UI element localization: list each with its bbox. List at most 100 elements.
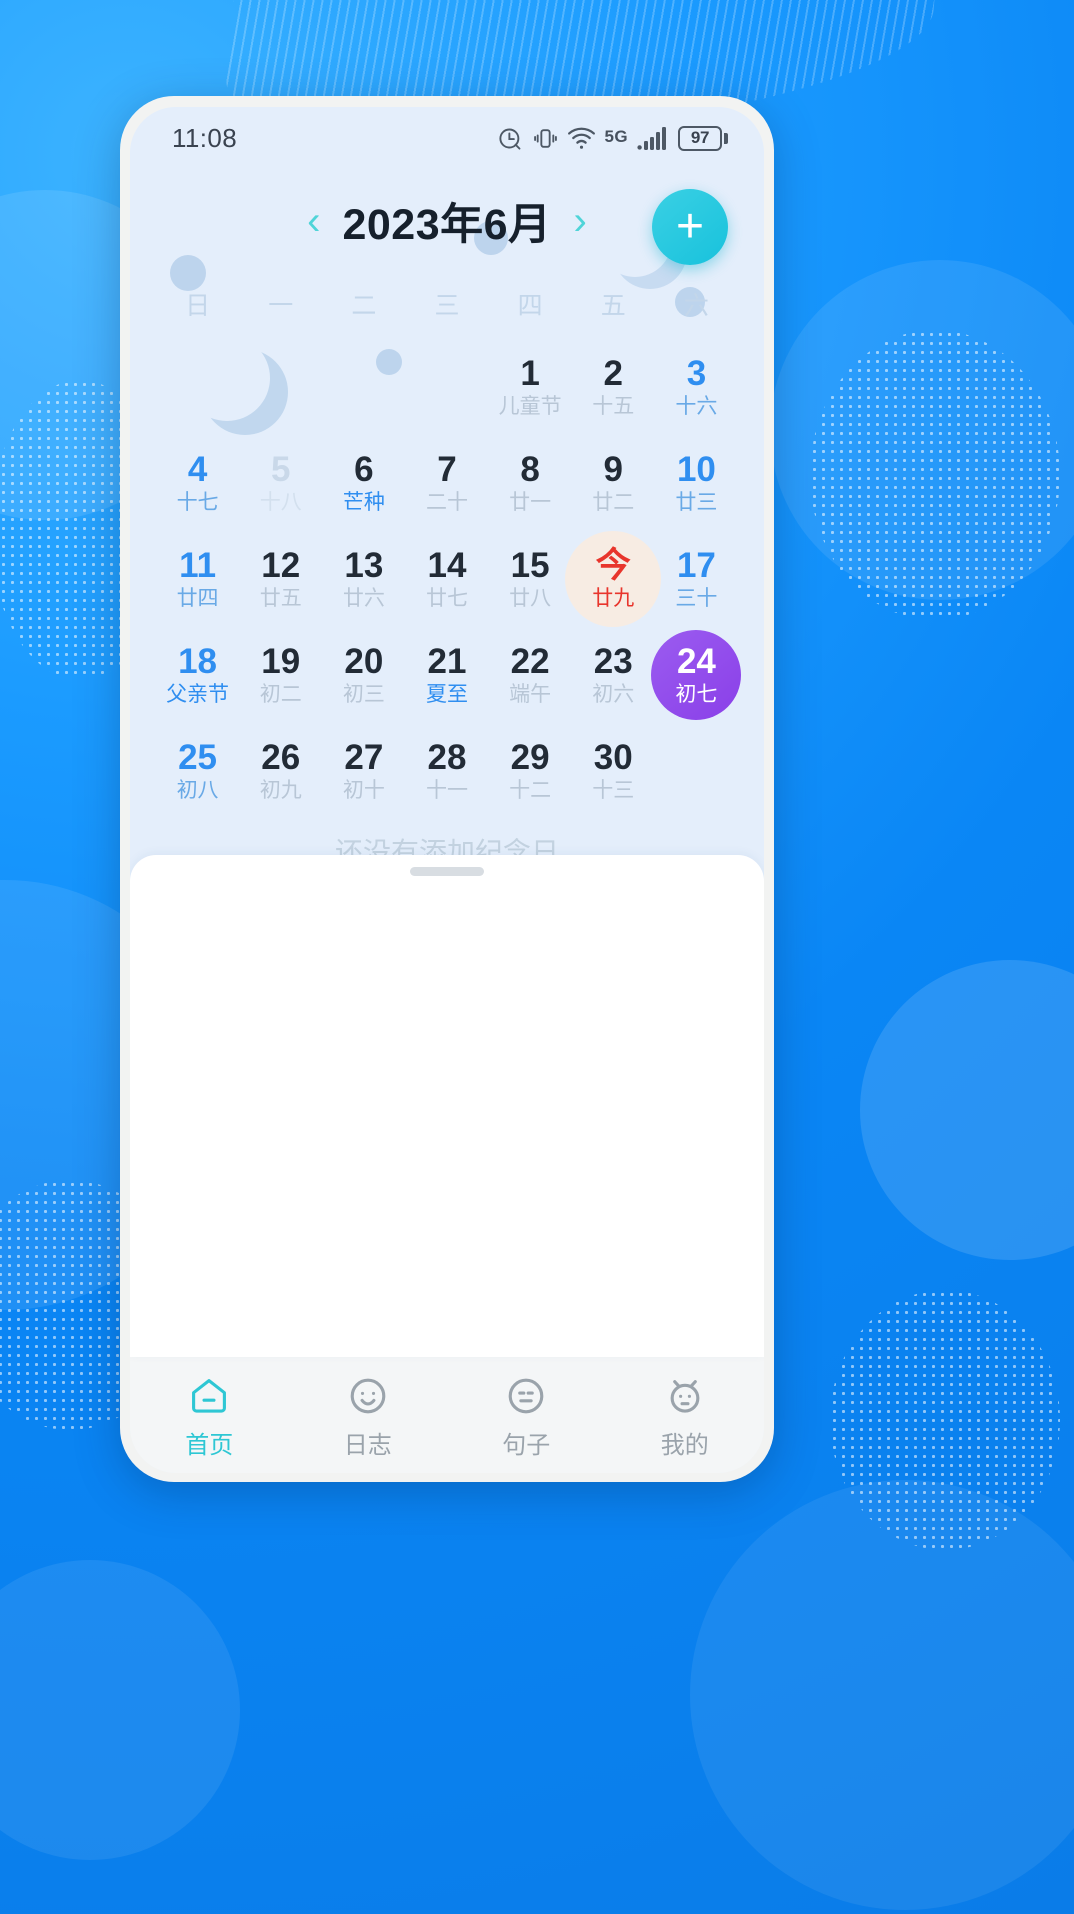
day-number: 7 [437,450,457,490]
calendar-day-cell[interactable]: 21 夏至 [405,627,488,723]
day-number: 8 [520,450,540,490]
calendar-day-cell[interactable]: 25 初八 [156,723,239,819]
calendar-day-cell[interactable]: 5 十八 [239,435,322,531]
calendar-day-cell[interactable]: 14 廿七 [405,531,488,627]
calendar-day-cell[interactable]: 7 二十 [405,435,488,531]
battery-percent-label: 97 [678,125,722,151]
tab-home[interactable]: 首页 [130,1370,289,1460]
day-sublabel: 初七 [675,682,718,706]
calendar-day-cell[interactable]: 6 芒种 [322,435,405,531]
calendar-day-cell[interactable]: 4 十七 [156,435,239,531]
day-sublabel: 廿五 [259,586,302,610]
calendar-day-cell[interactable]: 13 廿六 [322,531,405,627]
calendar-day-cell[interactable]: 19 初二 [239,627,322,723]
calendar-day-cell[interactable]: 22 端午 [489,627,572,723]
day-number: 今 [595,546,631,586]
day-number: 6 [354,450,374,490]
day-number: 1 [520,354,540,394]
day-sublabel: 端午 [509,682,552,706]
tab-profile[interactable]: 我的 [606,1370,765,1460]
tab-quote[interactable]: 句子 [447,1370,606,1460]
calendar-day-cell[interactable]: 29 十二 [489,723,572,819]
day-number: 10 [676,450,716,490]
status-bar-clock: 11:08 [172,122,238,153]
day-sublabel: 廿一 [509,490,552,514]
day-number: 14 [427,546,467,586]
prev-month-button[interactable]: ‹ [307,201,320,241]
calendar-day-cell[interactable]: 今廿九 [565,531,662,627]
day-number: 25 [178,738,218,778]
weekday-label-4: 四 [517,292,543,320]
calendar-title[interactable]: 2023年6月 [342,190,551,252]
day-number: 29 [510,738,550,778]
calendar-day-cell[interactable]: 24 初七 [651,627,742,723]
calendar-day-cell[interactable]: 18 父亲节 [156,627,239,723]
quote-icon [504,1374,548,1418]
calendar-day-cell[interactable]: 20 初三 [322,627,405,723]
journal-icon [346,1374,390,1418]
calendar-day-cell[interactable]: 27 初十 [322,723,405,819]
day-number: 5 [270,450,291,490]
calendar-day-cell[interactable]: 2 十五 [572,339,655,435]
vibrate-icon [533,125,558,152]
weekday-label-1: 一 [268,292,294,320]
day-number: 17 [676,546,716,586]
day-number: 18 [178,642,218,682]
calendar-day-cell[interactable]: 8 廿一 [489,435,572,531]
signal-icon [637,125,669,151]
calendar-cell-empty [239,339,322,435]
day-sublabel: 父亲节 [166,682,230,706]
day-sublabel: 十八 [259,490,302,514]
calendar-day-cell[interactable]: 10 廿三 [655,435,738,531]
calendar-day-cell[interactable]: 3 十六 [655,339,738,435]
phone-frame: 11:08 5G 97 + ‹ 2023年6月 › 日 一 二 三 四 五 六 … [120,96,774,1482]
day-number: 13 [344,546,384,586]
calendar-day-cell[interactable]: 26 初九 [239,723,322,819]
battery-tip [724,132,728,144]
alarm-icon [497,125,524,152]
day-sublabel: 初二 [259,682,302,706]
day-sublabel: 廿八 [509,586,552,610]
day-number: 20 [344,642,384,682]
calendar-day-cell[interactable]: 17 三十 [655,531,738,627]
calendar-day-cell[interactable]: 30 十三 [572,723,655,819]
day-sublabel: 十五 [592,394,635,418]
day-sublabel: 初十 [342,778,385,802]
profile-icon [663,1374,707,1418]
sheet-content-area [130,876,764,1357]
weekday-label-5: 五 [600,292,626,320]
next-month-button[interactable]: › [574,201,587,241]
day-number: 24 [676,642,716,682]
calendar-day-cell[interactable]: 28 十一 [405,723,488,819]
day-number: 22 [510,642,550,682]
add-event-button[interactable]: + [652,189,728,265]
calendar-day-cell[interactable]: 9 廿二 [572,435,655,531]
day-sublabel: 十六 [675,394,718,418]
calendar-cell-empty [322,339,405,435]
day-sublabel: 廿七 [425,586,468,610]
calendar-day-cell[interactable]: 15 廿八 [489,531,572,627]
wallpaper-dot-pattern [830,1290,1060,1550]
day-number: 23 [593,642,633,682]
day-sublabel: 夏至 [425,682,468,706]
sheet-drag-handle[interactable] [410,867,484,876]
calendar-day-cell[interactable]: 12 廿五 [239,531,322,627]
day-number: 4 [187,450,208,490]
calendar-cell-empty [655,723,738,819]
weekday-label-3: 三 [434,292,460,320]
day-sublabel: 廿九 [592,586,635,610]
weekday-header-row: 日一二三四五六 [130,273,764,329]
calendar-day-cell[interactable]: 11 廿四 [156,531,239,627]
calendar-day-cell[interactable]: 23 初六 [572,627,655,723]
day-sublabel: 三十 [675,586,718,610]
day-sublabel: 初九 [259,778,302,802]
day-sublabel: 初六 [592,682,635,706]
tab-journal[interactable]: 日志 [289,1370,448,1460]
day-sublabel: 初三 [342,682,385,706]
wallpaper-dot-pattern [810,330,1060,620]
day-number: 27 [344,738,384,778]
calendar-day-cell[interactable]: 1 儿童节 [489,339,572,435]
day-sublabel: 廿四 [176,586,219,610]
phone-screen: 11:08 5G 97 + ‹ 2023年6月 › 日 一 二 三 四 五 六 … [130,107,764,1473]
day-number: 11 [179,546,217,586]
